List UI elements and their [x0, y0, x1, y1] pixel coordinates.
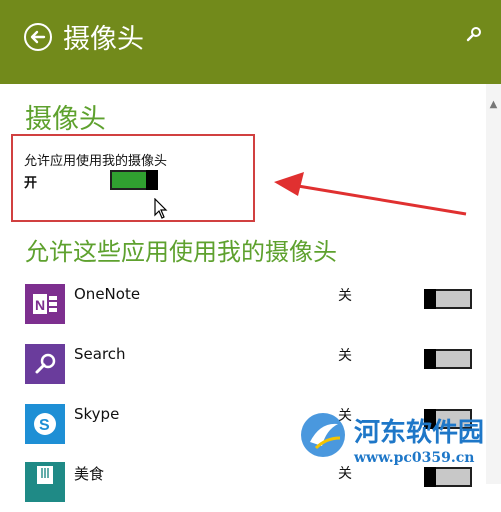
search-app-icon [25, 344, 65, 384]
scroll-up-icon[interactable]: ▲ [486, 98, 501, 112]
food-icon [25, 462, 65, 502]
watermark-logo-icon [301, 413, 345, 457]
app-name: 美食 [74, 465, 105, 483]
toggle-knob [424, 289, 436, 309]
app-state-label: 关 [338, 348, 352, 364]
back-button[interactable] [24, 23, 52, 51]
camera-toggle-switch[interactable] [110, 170, 158, 190]
header-bar: 摄像头 [0, 0, 501, 84]
skype-icon: S [25, 404, 65, 444]
camera-toggle-state: 开 [24, 176, 38, 191]
app-row-onenote: N OneNote 关 [0, 284, 486, 334]
onenote-camera-toggle[interactable] [424, 289, 472, 309]
app-state-label: 关 [338, 288, 352, 304]
toggle-knob [424, 349, 436, 369]
svg-text:N: N [35, 297, 45, 313]
onenote-icon: N [25, 284, 65, 324]
watermark-url: www.pc0359.cn [354, 450, 475, 466]
mouse-cursor-icon [154, 198, 168, 219]
search-icon [466, 27, 481, 42]
app-name: Skype [74, 405, 120, 423]
page-title: 摄像头 [63, 24, 144, 55]
search-button[interactable] [466, 26, 482, 46]
arrow-left-circle-icon [30, 30, 46, 44]
site-watermark: 河东软件园 www.pc0359.cn [296, 408, 496, 478]
app-name: OneNote [74, 285, 141, 303]
toggle-knob [146, 170, 158, 190]
search-camera-toggle[interactable] [424, 349, 472, 369]
svg-text:S: S [39, 417, 50, 434]
apps-section-title: 允许这些应用使用我的摄像头 [25, 238, 337, 266]
app-name: Search [74, 345, 126, 363]
watermark-text: 河东软件园 [354, 418, 485, 448]
camera-section-title: 摄像头 [25, 104, 106, 135]
annotation-arrow-icon [274, 172, 467, 216]
camera-toggle-caption: 允许应用使用我的摄像头 [24, 154, 168, 169]
app-row-search: Search 关 [0, 344, 486, 394]
